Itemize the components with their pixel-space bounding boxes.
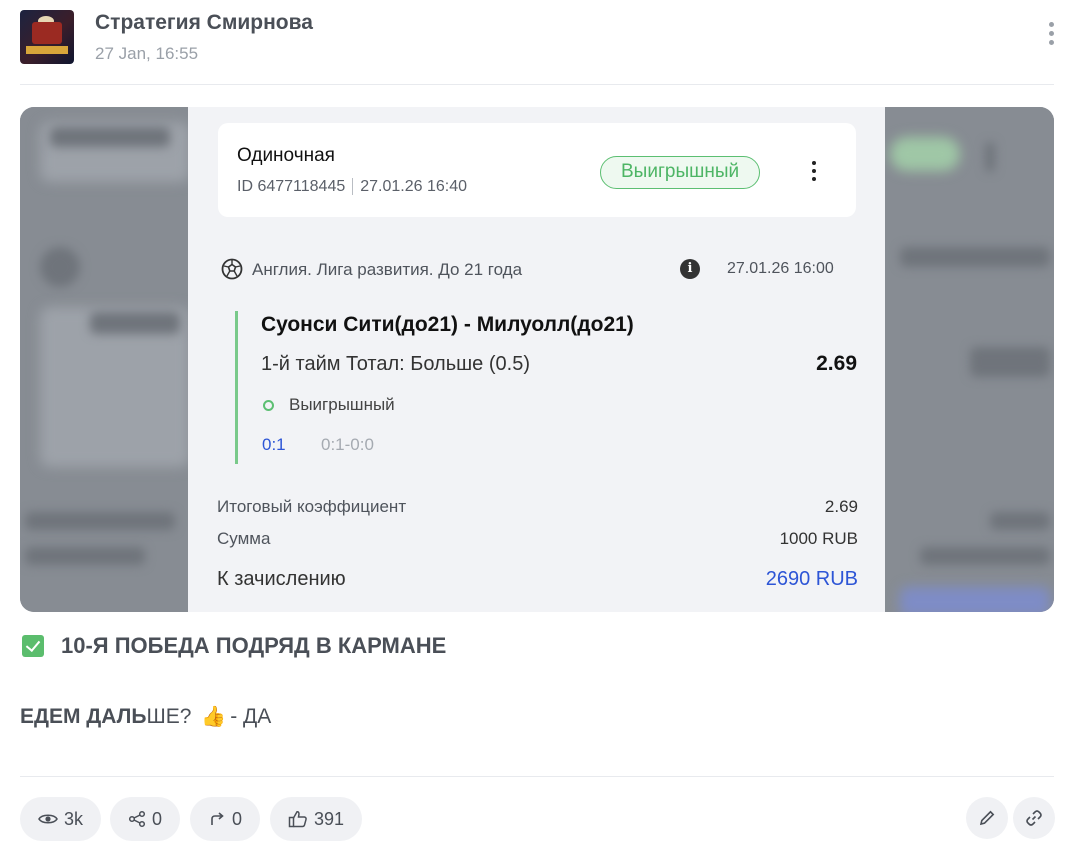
bet-type: Одиночная <box>237 145 335 166</box>
stake-row: Сумма 1000 RUB <box>217 529 858 553</box>
thumbs-up-icon <box>288 811 307 828</box>
result-status: Выигрышный <box>289 395 395 414</box>
shares-count: 0 <box>152 808 163 829</box>
caption-text-2: ШЕ? <box>146 705 192 728</box>
caption-text-2-bold: ЕДЕМ ДАЛЬ <box>20 705 147 728</box>
total-odds-label: Итоговый коэффициент <box>217 497 407 516</box>
post-header: Стратегия Смирнова 27 Jan, 16:55 <box>0 0 1072 86</box>
share-button[interactable]: 0 <box>110 797 181 841</box>
market: 1-й тайм Тотал: Больше (0.5) <box>261 353 530 375</box>
caption-line-2: ЕДЕМ ДАЛЬШЕ? 👍 - ДА <box>20 704 271 729</box>
caption-text-1: 10-Я ПОБЕДА ПОДРЯД В КАРМАНЕ <box>61 633 447 658</box>
post-menu-icon[interactable] <box>1044 22 1058 52</box>
eye-icon <box>38 814 58 824</box>
info-icon: i <box>680 259 700 279</box>
stake-label: Сумма <box>217 529 271 548</box>
event-time: 27.01.26 16:00 <box>727 260 834 277</box>
match-title: Суонси Сити(до21) - Милуолл(до21) <box>261 313 634 336</box>
views-count: 3k <box>64 808 84 829</box>
check-mark-icon <box>22 635 44 657</box>
likes-count: 391 <box>314 808 345 829</box>
share-icon <box>128 810 146 828</box>
league-row: Англия. Лига развития. До 21 года i 27.0… <box>221 257 858 283</box>
total-odds-value: 2.69 <box>824 497 858 516</box>
edit-button[interactable] <box>966 797 1008 839</box>
soccer-ball-icon <box>221 258 243 280</box>
channel-name[interactable]: Стратегия Смирнова <box>95 11 313 35</box>
forward-button[interactable]: 0 <box>190 797 261 841</box>
forwards-count: 0 <box>232 808 243 829</box>
bet-meta: ID 6477118445 27.01.26 16:40 <box>237 178 467 196</box>
caption-text-2-tail: - ДА <box>230 705 272 728</box>
total-odds-row: Итоговый коэффициент 2.69 <box>217 497 858 521</box>
thumbs-up-emoji: 👍 <box>201 706 227 728</box>
score-detail: 0:1-0:0 <box>321 435 374 454</box>
views-button[interactable]: 3k <box>20 797 102 841</box>
link-icon <box>1026 810 1042 826</box>
divider <box>20 84 1054 85</box>
post-image[interactable]: Одиночная ID 6477118445 27.01.26 16:40 Вы… <box>20 107 1054 612</box>
bet-card: Одиночная ID 6477118445 27.01.26 16:40 Вы… <box>218 123 856 217</box>
league-name: Англия. Лига развития. До 21 года <box>252 260 523 279</box>
payout-label: К зачислению <box>217 568 346 590</box>
payout-value: 2690 RUB <box>765 568 858 590</box>
forward-arrow-icon <box>211 812 224 825</box>
copy-link-button[interactable] <box>1013 797 1055 839</box>
post-time: 27 Jan, 16:55 <box>95 44 199 63</box>
divider <box>20 776 1054 777</box>
bet-id: ID 6477118445 <box>237 178 346 195</box>
channel-avatar[interactable] <box>20 10 74 64</box>
bet-slip: Одиночная ID 6477118445 27.01.26 16:40 Вы… <box>188 107 885 612</box>
status-badge: Выигрышный <box>600 156 761 189</box>
payout-row: К зачислению 2690 RUB <box>217 568 858 592</box>
pencil-icon <box>979 810 995 826</box>
bet-menu-icon <box>812 161 818 185</box>
score: 0:1 <box>262 435 286 454</box>
win-status-icon <box>263 400 274 411</box>
bet-datetime: 27.01.26 16:40 <box>360 178 468 195</box>
like-button[interactable]: 391 <box>270 797 363 841</box>
event-status-bar <box>235 311 238 464</box>
odds: 2.69 <box>816 352 857 375</box>
stake-value: 1000 RUB <box>779 529 858 548</box>
